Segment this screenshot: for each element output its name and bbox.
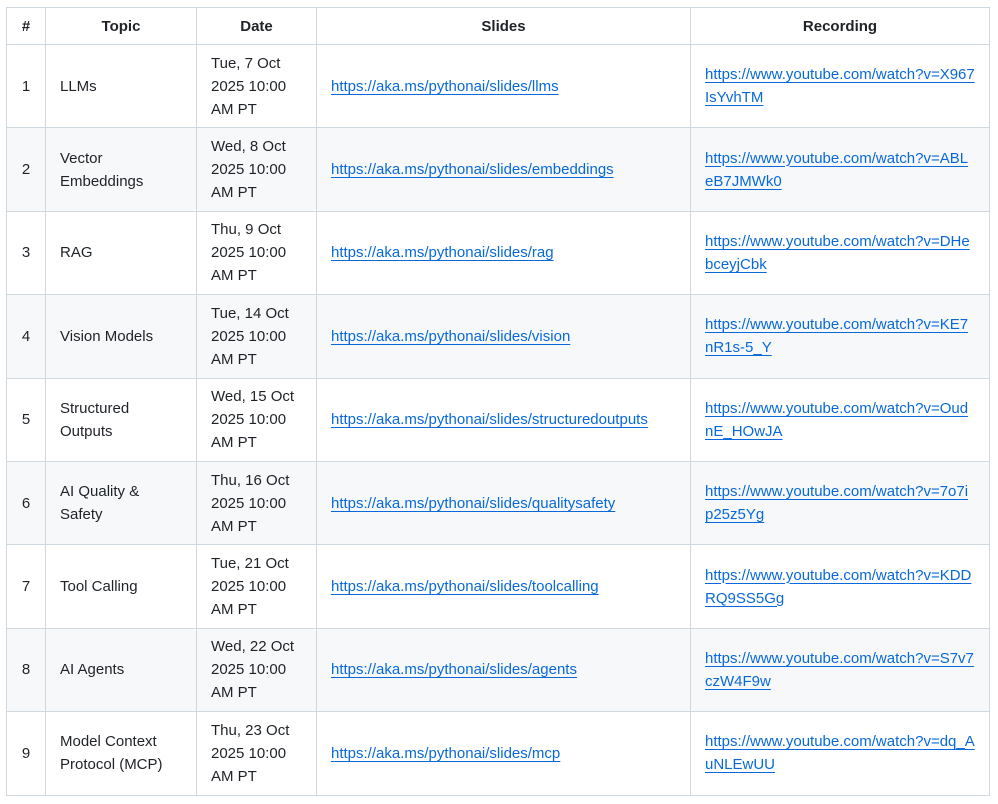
slides-link[interactable]: https://aka.ms/pythonai/slides/llms xyxy=(331,78,559,95)
table-row: 1 LLMs Tue, 7 Oct 2025 10:00 AM PT https… xyxy=(6,43,990,129)
row-recording-cell: https://www.youtube.com/watch?v=KE7nR1s-… xyxy=(690,294,990,379)
slides-link[interactable]: https://aka.ms/pythonai/slides/mcp xyxy=(331,745,560,762)
row-number: 2 xyxy=(6,127,46,212)
row-slides-cell: https://aka.ms/pythonai/slides/vision xyxy=(316,294,691,379)
row-number: 5 xyxy=(6,377,46,462)
recording-link[interactable]: https://www.youtube.com/watch?v=dq_AuNLE… xyxy=(705,733,975,773)
table-body: 1 LLMs Tue, 7 Oct 2025 10:00 AM PT https… xyxy=(6,43,990,796)
row-date: Wed, 22 Oct 2025 10:00 AM PT xyxy=(196,627,317,713)
recording-link[interactable]: https://www.youtube.com/watch?v=7o7ip25z… xyxy=(705,483,968,523)
row-recording-cell: https://www.youtube.com/watch?v=S7v7czW4… xyxy=(690,627,990,713)
row-number: 6 xyxy=(6,460,46,546)
row-topic: AI Agents xyxy=(45,627,197,713)
row-topic: LLMs xyxy=(45,43,197,129)
slides-link[interactable]: https://aka.ms/pythonai/slides/qualitysa… xyxy=(331,495,615,512)
row-topic: Model Context Protocol (MCP) xyxy=(45,711,197,796)
recording-link[interactable]: https://www.youtube.com/watch?v=DHebceyj… xyxy=(705,233,970,273)
row-recording-cell: https://www.youtube.com/watch?v=KDDRQ9SS… xyxy=(690,544,990,629)
header-recording: Recording xyxy=(690,7,990,45)
slides-link[interactable]: https://aka.ms/pythonai/slides/structure… xyxy=(331,411,648,428)
recording-link[interactable]: https://www.youtube.com/watch?v=S7v7czW4… xyxy=(705,650,974,690)
row-recording-cell: https://www.youtube.com/watch?v=OudnE_HO… xyxy=(690,377,990,462)
row-slides-cell: https://aka.ms/pythonai/slides/qualitysa… xyxy=(316,460,691,546)
header-slides: Slides xyxy=(316,7,691,45)
row-topic: RAG xyxy=(45,210,197,296)
recording-link[interactable]: https://www.youtube.com/watch?v=ABLeB7JM… xyxy=(705,150,968,190)
row-topic: Structured Outputs xyxy=(45,377,197,462)
table-row: 6 AI Quality & Safety Thu, 16 Oct 2025 1… xyxy=(6,460,990,546)
header-date: Date xyxy=(196,7,317,45)
row-slides-cell: https://aka.ms/pythonai/slides/toolcalli… xyxy=(316,544,691,629)
row-slides-cell: https://aka.ms/pythonai/slides/embedding… xyxy=(316,127,691,212)
row-topic: Tool Calling xyxy=(45,544,197,629)
row-date: Tue, 21 Oct 2025 10:00 AM PT xyxy=(196,544,317,629)
recording-link[interactable]: https://www.youtube.com/watch?v=KE7nR1s-… xyxy=(705,316,968,356)
recording-link[interactable]: https://www.youtube.com/watch?v=X967IsYv… xyxy=(705,66,975,106)
row-date: Tue, 14 Oct 2025 10:00 AM PT xyxy=(196,294,317,379)
row-number: 3 xyxy=(6,210,46,296)
row-slides-cell: https://aka.ms/pythonai/slides/llms xyxy=(316,43,691,129)
schedule-table: # Topic Date Slides Recording 1 LLMs Tue… xyxy=(6,7,990,796)
row-topic: Vision Models xyxy=(45,294,197,379)
row-number: 9 xyxy=(6,711,46,796)
row-slides-cell: https://aka.ms/pythonai/slides/agents xyxy=(316,627,691,713)
slides-link[interactable]: https://aka.ms/pythonai/slides/toolcalli… xyxy=(331,578,599,595)
table-row: 7 Tool Calling Tue, 21 Oct 2025 10:00 AM… xyxy=(6,544,990,629)
row-date: Wed, 8 Oct 2025 10:00 AM PT xyxy=(196,127,317,212)
slides-link[interactable]: https://aka.ms/pythonai/slides/agents xyxy=(331,661,577,678)
row-slides-cell: https://aka.ms/pythonai/slides/rag xyxy=(316,210,691,296)
row-recording-cell: https://www.youtube.com/watch?v=X967IsYv… xyxy=(690,43,990,129)
recording-link[interactable]: https://www.youtube.com/watch?v=OudnE_HO… xyxy=(705,400,968,440)
row-number: 8 xyxy=(6,627,46,713)
row-date: Tue, 7 Oct 2025 10:00 AM PT xyxy=(196,43,317,129)
schedule-table-container: # Topic Date Slides Recording 1 LLMs Tue… xyxy=(6,7,990,796)
row-slides-cell: https://aka.ms/pythonai/slides/structure… xyxy=(316,377,691,462)
table-row: 8 AI Agents Wed, 22 Oct 2025 10:00 AM PT… xyxy=(6,627,990,713)
table-row: 2 Vector Embeddings Wed, 8 Oct 2025 10:0… xyxy=(6,127,990,212)
row-number: 4 xyxy=(6,294,46,379)
row-recording-cell: https://www.youtube.com/watch?v=dq_AuNLE… xyxy=(690,711,990,796)
slides-link[interactable]: https://aka.ms/pythonai/slides/vision xyxy=(331,328,570,345)
header-row: # Topic Date Slides Recording xyxy=(6,7,990,45)
row-date: Thu, 16 Oct 2025 10:00 AM PT xyxy=(196,460,317,546)
row-number: 7 xyxy=(6,544,46,629)
row-topic: AI Quality & Safety xyxy=(45,460,197,546)
row-number: 1 xyxy=(6,43,46,129)
slides-link[interactable]: https://aka.ms/pythonai/slides/rag xyxy=(331,244,554,261)
table-row: 5 Structured Outputs Wed, 15 Oct 2025 10… xyxy=(6,377,990,462)
header-number: # xyxy=(6,7,46,45)
row-topic: Vector Embeddings xyxy=(45,127,197,212)
table-header: # Topic Date Slides Recording xyxy=(6,7,990,45)
header-topic: Topic xyxy=(45,7,197,45)
table-row: 4 Vision Models Tue, 14 Oct 2025 10:00 A… xyxy=(6,294,990,379)
table-row: 9 Model Context Protocol (MCP) Thu, 23 O… xyxy=(6,711,990,796)
row-date: Thu, 9 Oct 2025 10:00 AM PT xyxy=(196,210,317,296)
row-recording-cell: https://www.youtube.com/watch?v=DHebceyj… xyxy=(690,210,990,296)
row-date: Wed, 15 Oct 2025 10:00 AM PT xyxy=(196,377,317,462)
row-slides-cell: https://aka.ms/pythonai/slides/mcp xyxy=(316,711,691,796)
row-date: Thu, 23 Oct 2025 10:00 AM PT xyxy=(196,711,317,796)
row-recording-cell: https://www.youtube.com/watch?v=ABLeB7JM… xyxy=(690,127,990,212)
recording-link[interactable]: https://www.youtube.com/watch?v=KDDRQ9SS… xyxy=(705,567,971,607)
slides-link[interactable]: https://aka.ms/pythonai/slides/embedding… xyxy=(331,161,614,178)
table-row: 3 RAG Thu, 9 Oct 2025 10:00 AM PT https:… xyxy=(6,210,990,296)
row-recording-cell: https://www.youtube.com/watch?v=7o7ip25z… xyxy=(690,460,990,546)
